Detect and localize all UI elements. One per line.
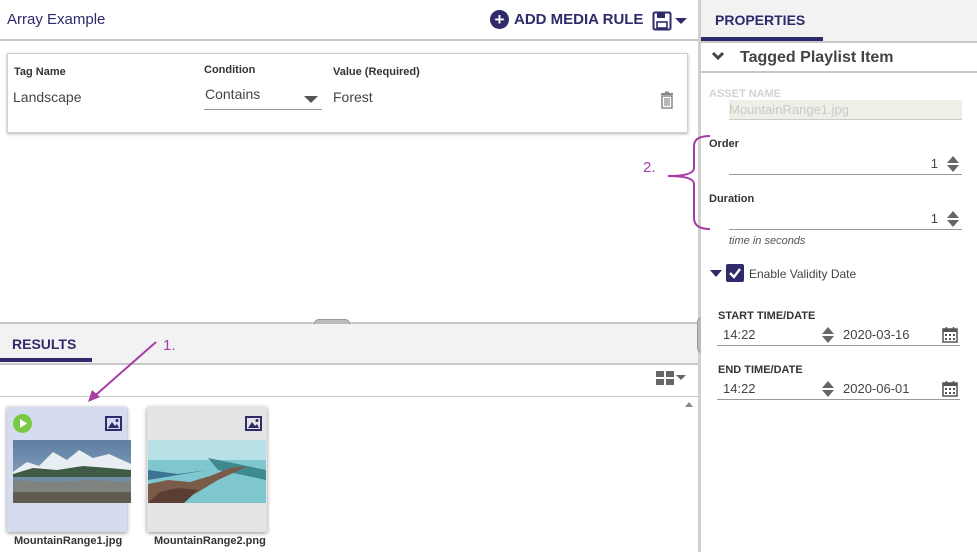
number-stepper-icon[interactable] <box>946 210 960 228</box>
calendar-icon[interactable] <box>942 380 958 397</box>
section-title: Tagged Playlist Item <box>740 49 894 66</box>
result-item-name: MountainRange1.jpg <box>14 535 123 547</box>
time-stepper-icon[interactable] <box>821 380 835 398</box>
asset-name-label: ASSET NAME <box>709 88 782 100</box>
chevron-down-icon <box>711 51 725 61</box>
media-rule-card: Tag Name Landscape Condition Contains Va… <box>7 53 688 133</box>
tag-name-value[interactable]: Landscape <box>13 89 82 105</box>
condition-value: Contains <box>205 86 261 102</box>
media-rule-editor: Array Example + ADD MEDIA RULE Tag Name … <box>0 0 698 552</box>
tagged-playlist-item-section[interactable]: Tagged Playlist Item <box>701 44 977 73</box>
callout-arrow <box>88 341 157 402</box>
add-media-rule-label: ADD MEDIA RULE <box>514 11 644 28</box>
editor-title: Array Example <box>7 11 106 28</box>
asset-name-field: MountainRange1.jpg <box>729 100 962 120</box>
start-datetime-label: START TIME/DATE <box>718 310 816 322</box>
properties-header: PROPERTIES <box>701 0 977 43</box>
end-time-value[interactable]: 14:22 <box>723 381 756 396</box>
validity-label: Enable Validity Date <box>749 267 857 281</box>
tab-properties[interactable]: PROPERTIES <box>715 12 805 28</box>
image-icon <box>245 416 262 431</box>
scroll-up-arrow[interactable] <box>685 402 693 407</box>
duration-label: Duration <box>709 193 755 205</box>
result-item[interactable]: MountainRange2.png <box>147 407 267 547</box>
callout-label: 1. <box>163 337 176 354</box>
calendar-icon[interactable] <box>942 326 958 343</box>
chevron-down-icon <box>675 18 687 24</box>
tag-name-label: Tag Name <box>14 66 66 78</box>
end-date-value[interactable]: 2020-06-01 <box>843 381 910 396</box>
mountain-lake-thumbnail <box>13 440 131 503</box>
start-datetime-field[interactable]: 14:22 2020-03-16 <box>717 324 960 346</box>
start-date-value[interactable]: 2020-03-16 <box>843 327 910 342</box>
grid-view-icon <box>656 371 674 385</box>
add-media-rule-button[interactable]: + ADD MEDIA RULE <box>490 10 643 29</box>
duration-value: 1 <box>930 211 938 226</box>
properties-panel: PROPERTIES Tagged Playlist Item ASSET NA… <box>701 0 977 552</box>
condition-select[interactable]: Contains <box>204 84 322 110</box>
play-icon[interactable] <box>13 414 32 433</box>
dropdown-arrow-icon <box>304 96 318 103</box>
plus-circle-icon: + <box>490 10 509 29</box>
end-datetime-field[interactable]: 14:22 2020-06-01 <box>717 378 960 400</box>
save-icon <box>652 11 672 31</box>
duration-input[interactable]: 1 <box>729 208 962 230</box>
end-datetime-label: END TIME/DATE <box>718 364 803 376</box>
result-item-name: MountainRange2.png <box>154 535 266 547</box>
trash-icon[interactable] <box>659 91 675 109</box>
validity-checkbox[interactable] <box>726 264 744 282</box>
checkmark-icon <box>729 268 741 279</box>
order-value: 1 <box>930 156 938 171</box>
chevron-down-icon <box>676 375 686 380</box>
duration-hint: time in seconds <box>729 235 806 247</box>
save-menu-button[interactable] <box>652 11 688 31</box>
condition-label: Condition <box>204 64 256 76</box>
coastline-thumbnail <box>148 440 266 503</box>
start-time-value[interactable]: 14:22 <box>723 327 756 342</box>
callout-label: 2. <box>643 159 656 176</box>
value-label: Value (Required) <box>333 66 420 78</box>
view-mode-button[interactable] <box>656 371 686 385</box>
callout-bracket <box>667 135 711 230</box>
tab-active-indicator <box>701 37 823 41</box>
editor-toolbar: Array Example + ADD MEDIA RULE <box>0 0 698 41</box>
collapse-arrow-icon[interactable] <box>710 270 722 277</box>
value-input[interactable]: Forest <box>333 89 373 105</box>
result-item[interactable]: MountainRange1.jpg <box>7 407 131 547</box>
time-stepper-icon[interactable] <box>821 326 835 344</box>
tab-active-indicator <box>0 358 92 362</box>
number-stepper-icon[interactable] <box>946 155 960 173</box>
tab-results[interactable]: RESULTS <box>12 336 76 352</box>
order-input[interactable]: 1 <box>729 153 962 175</box>
image-icon <box>105 416 122 431</box>
